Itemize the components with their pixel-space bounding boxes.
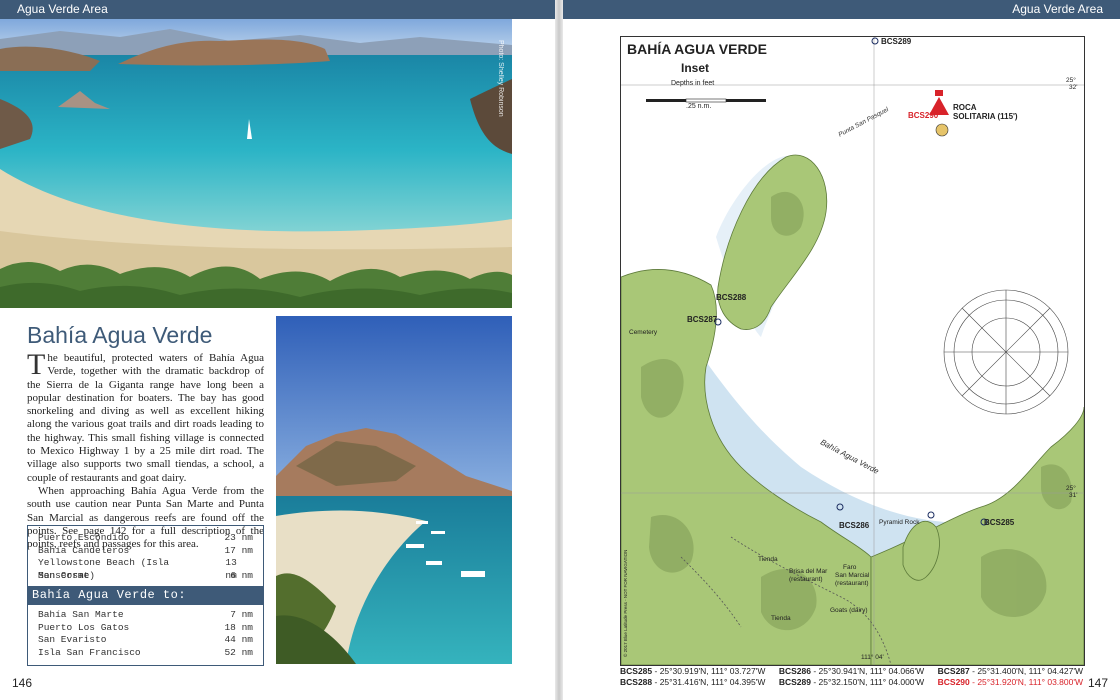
distance-value: 52 nm: [224, 646, 253, 658]
waypoint-coordinates: BCS285 - 25°30.919'N, 111° 03.727'W BCS2…: [620, 666, 1083, 688]
coord-id: BCS286: [778, 666, 811, 676]
pyramid-rock-label: Pyramid Rock: [879, 519, 920, 526]
page-number-left: 146: [12, 676, 33, 690]
coord-pos: - 25°31.920'N, 111° 03.800'W: [969, 677, 1083, 687]
lat-label-2: 25°: [1066, 485, 1076, 492]
running-head-text: Agua Verde Area: [17, 2, 108, 16]
chart-title: BAHÍA AGUA VERDE: [627, 41, 768, 57]
tienda-label-2: Tienda: [771, 615, 791, 622]
coord-pos: - 25°31.416'N, 111° 04.395'W: [652, 677, 766, 687]
coord-id: BCS287: [937, 666, 970, 676]
distance-row: Isla San Francisco 52 nm: [28, 647, 263, 660]
distance-place: Bahía San Marte: [38, 609, 124, 620]
running-head-right: Agua Verde Area: [563, 0, 1120, 19]
brisa-label-2: (restaurant): [789, 576, 823, 583]
tienda-label-1: Tienda: [758, 556, 778, 563]
goats-label: Goats (dairy): [830, 607, 868, 614]
coord-pos: - 25°31.400'N, 111° 04.427'W: [969, 666, 1083, 676]
faro-label: Faro: [843, 564, 857, 571]
faro-label-2: San Marcial: [835, 572, 870, 579]
distance-row: San Evaristo 44 nm: [28, 634, 263, 647]
distance-place: Isla San Francisco: [38, 646, 141, 658]
waypoint-bcs289: BCS289: [881, 37, 912, 46]
photo-credit: Photo: Shelley Robinson: [497, 40, 504, 117]
coord-entry: BCS290 - 25°31.920'N, 111° 03.800'W: [938, 677, 1083, 688]
waypoint-bcs286: BCS286: [839, 521, 870, 530]
coord-entry: BCS286 - 25°30.941'N, 111° 04.066'W: [779, 666, 924, 677]
coord-id: BCS285: [620, 666, 653, 676]
coord-pos: - 25°30.941'N, 111° 04.066'W: [810, 666, 925, 676]
distance-place: Puerto Escondido: [38, 532, 130, 543]
running-head-left: Agua Verde Area: [0, 0, 555, 19]
article-body: The beautiful, protected waters of Bahía…: [27, 348, 264, 551]
chart-scale-label: .25 n.m.: [686, 103, 712, 110]
lat-label-1b: 32': [1069, 84, 1078, 91]
distance-row: Bahía San Marte 7 nm: [28, 609, 263, 622]
coord-entry: BCS288 - 25°31.416'N, 111° 04.395'W: [620, 677, 765, 688]
distances-from-list: Puerto Escondido 23 nm Bahía Candeleros 17…: [28, 526, 263, 582]
waypoint-bcs285: BCS285: [984, 518, 1015, 527]
lon-label: 111° 04': [861, 654, 884, 661]
coord-entry: BCS289 - 25°32.150'N, 111° 04.000'W: [779, 677, 924, 688]
distances-to-list: Bahía San Marte 7 nm Puerto Los Gatos 18 n…: [28, 609, 263, 659]
chart-copyright: © 2017 Blue Latitude Press - NOT FOR NAV…: [623, 549, 628, 657]
coord-entry: BCS285 - 25°30.919'N, 111° 03.727'W: [620, 666, 765, 677]
article-heading: Bahía Agua Verde: [27, 322, 213, 348]
roca-label: ROCA: [953, 103, 977, 112]
distance-row: Bahía Candeleros 17 nm: [28, 545, 263, 558]
coord-id: BCS289: [778, 677, 811, 687]
coord-row: BCS285 - 25°30.919'N, 111° 03.727'W BCS2…: [620, 666, 1083, 677]
waypoint-bcs290: BCS290: [908, 111, 939, 120]
distance-value: 44 nm: [224, 634, 253, 645]
bay-aerial-photo: [0, 19, 512, 308]
coord-pos: - 25°30.919'N, 111° 03.727'W: [652, 666, 766, 676]
distance-table: Puerto Escondido 23 nm Bahía Candeleros 17…: [27, 525, 264, 666]
running-head-text: Agua Verde Area: [1012, 2, 1103, 16]
brisa-label: Brisa del Mar: [789, 568, 828, 575]
distance-place: Bahía Candeleros: [38, 544, 130, 556]
right-page: Agua Verde Area BAHÍA AGUA VERDE Inset D…: [563, 0, 1120, 700]
faro-label-3: (restaurant): [835, 580, 869, 587]
coord-row: BCS288 - 25°31.416'N, 111° 04.395'W BCS2…: [620, 677, 1083, 688]
lat-label-2b: 31': [1069, 492, 1078, 499]
waypoint-bcs287: BCS287: [687, 315, 718, 324]
distance-value: 7 nm: [230, 609, 253, 620]
distance-place: Puerto Los Gatos: [38, 621, 130, 633]
distance-value: 23 nm: [224, 532, 253, 543]
cemetery-label: Cemetery: [629, 329, 658, 336]
coord-id: BCS288: [620, 677, 653, 687]
waypoint-bcs288: BCS288: [716, 293, 747, 302]
left-page: Agua Verde Area Photo: Shelley Robinson …: [0, 0, 555, 700]
distance-row: Puerto Escondido 23 nm: [28, 532, 263, 545]
book-gutter: [555, 0, 563, 700]
chart-depth-note: Depths in feet: [671, 80, 715, 87]
nautical-chart: BAHÍA AGUA VERDE Inset Depths in feet .2…: [620, 36, 1085, 666]
chart-subtitle: Inset: [681, 61, 710, 75]
distance-value: 18 nm: [224, 621, 253, 633]
lat-label-1: 25°: [1066, 77, 1076, 84]
page-number-right: 147: [1087, 676, 1108, 690]
paragraph-1: The beautiful, protected waters of Bahía…: [27, 348, 264, 484]
distance-value: 13 nm: [225, 557, 237, 581]
coord-id: BCS290: [937, 677, 970, 687]
coord-pos: - 25°32.150'N, 111° 04.000'W: [810, 677, 925, 687]
coord-entry: BCS287 - 25°31.400'N, 111° 04.427'W: [938, 666, 1083, 677]
distance-value: 6 nm: [230, 569, 253, 581]
distance-row: Puerto Los Gatos 18 nm: [28, 622, 263, 635]
distance-band-label: Bahía Agua Verde to:: [28, 586, 263, 605]
village-beach-photo: [276, 316, 512, 664]
roca-label-2: SOLITARIA (115'): [953, 112, 1018, 121]
distance-value: 17 nm: [224, 544, 253, 556]
distance-place: San Cosme: [38, 569, 90, 581]
distance-row: Yellowstone Beach (Isla Monserrat) 13 nm: [28, 557, 263, 581]
distance-place: San Evaristo: [38, 634, 107, 645]
distance-place: Yellowstone Beach (Isla Monserrat): [38, 557, 170, 581]
